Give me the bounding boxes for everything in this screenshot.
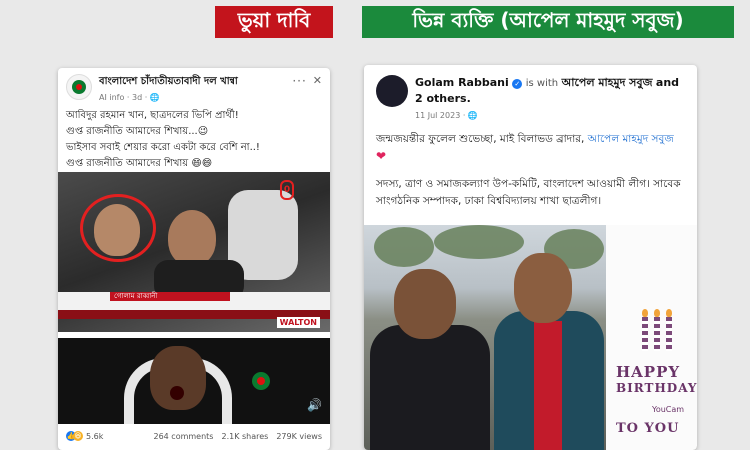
page-avatar[interactable] <box>66 74 92 100</box>
tagged-name-link[interactable]: আপেল মাহমুদ সবুজ <box>588 133 674 145</box>
youcam-watermark: YouCam <box>652 405 685 414</box>
volume-icon[interactable]: 🔊 <box>307 398 322 412</box>
candle-icon <box>642 317 648 351</box>
tree <box>434 225 524 259</box>
reaction-count[interactable]: 5.6k <box>86 432 103 441</box>
original-post-card: Golam Rabbani ✓ is with আপেল মাহমুদ সবুজ… <box>364 65 697 450</box>
post-header: Golam Rabbani ✓ is with আপেল মাহমুদ সবুজ… <box>364 65 697 127</box>
birthday-photo[interactable]: HAPPY BIRTHDAY YouCam TO YOU <box>364 225 697 450</box>
post-stats: 👍 😆 5.6k 264 comments 2.1K shares 279K v… <box>58 426 330 446</box>
candle-flame-icon <box>654 309 660 317</box>
candle-icon <box>666 317 672 351</box>
lower-third-name: গোলাম রাব্বানী <box>110 292 230 301</box>
post-line-1: আবিদুর রহমান খান, ছাত্রদলের ভিপি প্রার্থ… <box>66 110 239 121</box>
post-date: 11 Jul 2023 · 🌐 <box>415 111 478 120</box>
red-shirt <box>534 321 562 450</box>
post-message: জন্মজয়ন্তীর ফুলেল শুভেচ্ছা, মাই বিলাভড … <box>364 127 697 170</box>
candle-flame-icon <box>666 309 672 317</box>
with-text: is with <box>525 78 559 89</box>
candle-icon <box>654 317 660 351</box>
more-options-icon[interactable]: ··· <box>292 74 306 88</box>
happy-text: HAPPY <box>616 363 681 381</box>
tree <box>374 227 434 267</box>
post-line-2: গুপ্ত রাজনীতি আমাদের শিখায়...😉 <box>66 126 209 137</box>
different-person-banner: ভিন্ন ব্যক্তি (আপেল মাহমুদ সবুজ) <box>362 6 734 38</box>
view-count: 279K views <box>276 431 322 441</box>
designation-text: সদস্য, ত্রাণ ও সমাজকল্যাণ উপ-কমিটি, বাংল… <box>376 178 681 207</box>
share-count[interactable]: 2.1K shares <box>221 432 268 441</box>
fake-post-card: বাংলাদেশ চাঁদাতীয়তাবাদী দল খান্বা AI in… <box>58 68 330 450</box>
comment-count[interactable]: 264 comments <box>153 432 213 441</box>
birthday-overlay: HAPPY BIRTHDAY YouCam TO YOU <box>606 225 697 450</box>
poster-name[interactable]: Golam Rabbani <box>415 76 509 89</box>
news-video-frame[interactable]: 0 গোলাম রাব্বানী WALTON <box>58 172 330 332</box>
open-mouth <box>170 386 184 400</box>
birthday-text: BIRTHDAY <box>616 381 697 395</box>
shocked-person <box>150 346 206 410</box>
person-left-body <box>370 325 490 450</box>
highlight-circle <box>80 194 156 262</box>
heart-icon: ❤ <box>376 149 387 163</box>
party-logo-icon <box>252 372 270 390</box>
page-name[interactable]: বাংলাদেশ চাঁদাতীয়তাবাদী দল খান্বা <box>99 74 292 91</box>
fake-claim-banner: ভুয়া দাবি <box>215 6 333 38</box>
candle-flame-icon <box>642 309 648 317</box>
close-icon[interactable]: ✕ <box>313 74 322 87</box>
zero-badge: 0 <box>280 180 294 200</box>
to-you-text: TO YOU <box>616 421 680 436</box>
greeting-text: জন্মজয়ন্তীর ফুলেল শুভেচ্ছা, মাই বিলাভড … <box>376 133 585 145</box>
tagged-person[interactable]: আপেল মাহমুদ সবুজ <box>562 76 653 89</box>
haha-icon: 😆 <box>73 431 83 441</box>
sponsor-logo: WALTON <box>276 317 320 328</box>
post-line-4: গুপ্ত রাজনীতি আমাদের শিখায় 😄😄 <box>66 158 213 169</box>
person-left-face <box>394 269 456 339</box>
reaction-video-frame[interactable]: 🔊 <box>58 338 330 424</box>
party-logo-icon <box>72 80 86 94</box>
face <box>168 210 216 266</box>
post-header: বাংলাদেশ চাঁদাতীয়তাবাদী দল খান্বা AI in… <box>58 68 330 108</box>
person-right-face <box>514 253 572 323</box>
post-line-3: ভাইসাব সবাই শেয়ার করো একটা করে বেশি না.… <box>66 142 260 153</box>
verified-icon: ✓ <box>512 79 523 89</box>
poster-avatar[interactable] <box>376 75 408 107</box>
post-meta: AI info · 3d · 🌐 <box>99 93 160 102</box>
